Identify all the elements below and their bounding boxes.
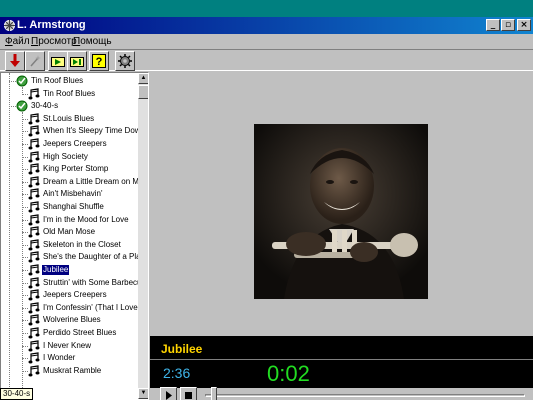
wand-icon <box>30 55 41 67</box>
now-playing-panel: Jubilee 2:36 0:02 <box>150 336 533 388</box>
tree-item-label: When It's Sleepy Time Down S <box>43 126 149 136</box>
music-note-icon <box>28 365 40 377</box>
music-note-icon <box>28 87 40 100</box>
music-note-icon <box>28 226 40 238</box>
tree-item-label: I'm Confessin' (That I Love Yo <box>43 302 149 312</box>
music-note-icon <box>28 150 40 163</box>
playlist-tree[interactable]: Tin Roof Blues Tin Roof Blues 30-40-s St.Lo… <box>0 72 149 400</box>
stop-icon <box>185 392 192 399</box>
music-note-icon <box>28 264 40 276</box>
tree-connector <box>22 112 23 399</box>
toolbar: ? <box>0 49 533 71</box>
play-folder-icon <box>51 57 65 67</box>
maximize-button[interactable]: ▫ <box>501 19 515 31</box>
app-icon <box>4 20 15 31</box>
tree-connector <box>9 106 16 108</box>
gear-icon <box>118 54 132 68</box>
tree-item-label: Jeepers Creepers <box>43 290 107 300</box>
minimize-button[interactable]: _ <box>486 19 500 31</box>
album-icon <box>16 75 28 87</box>
close-button[interactable]: × <box>517 19 531 31</box>
menu-view[interactable]: Просмотр <box>31 36 77 47</box>
seek-track[interactable] <box>205 394 525 397</box>
music-note-icon <box>28 188 40 200</box>
tree-connector <box>22 87 23 94</box>
record-button[interactable] <box>5 51 25 71</box>
music-note-icon <box>28 239 40 251</box>
scroll-down-button[interactable]: ▼ <box>138 388 148 399</box>
player-pane: Jubilee 2:36 0:02 <box>150 72 533 400</box>
music-note-icon <box>28 138 40 150</box>
music-note-icon <box>28 302 40 314</box>
music-note-icon <box>28 125 40 137</box>
play-folder-button[interactable] <box>48 51 68 71</box>
tree-item-label: St.Louis Blues <box>43 113 95 123</box>
wand-button[interactable] <box>25 51 45 71</box>
seek-thumb[interactable] <box>211 387 218 400</box>
tree-item-label: Muskrat Ramble <box>43 365 102 375</box>
window-title: L. Armstrong <box>17 19 86 31</box>
menu-help[interactable]: Помощь <box>73 36 112 47</box>
tree-item-label: Jubilee <box>40 264 71 276</box>
artist-photo <box>254 124 428 299</box>
tree-item-label: I'm in the Mood for Love <box>43 214 129 224</box>
tree-item-label: Ain't Misbehavin' <box>43 189 103 199</box>
current-time: 0:02 <box>267 361 310 386</box>
album-icon <box>16 100 28 112</box>
record-icon <box>10 54 20 67</box>
tree-item-label: Wolverine Blues <box>43 315 101 325</box>
scroll-thumb[interactable] <box>138 85 148 99</box>
tree-item-label: I Never Knew <box>43 340 92 350</box>
music-note-icon <box>28 251 40 263</box>
music-note-icon <box>28 289 40 301</box>
tree-item-label: Skeleton in the Closet <box>43 239 121 249</box>
tree-item-label: Dream a Little Dream on Me <box>43 176 144 186</box>
stop-button[interactable] <box>180 387 197 400</box>
help-icon: ? <box>92 54 106 68</box>
play-icon <box>165 391 172 400</box>
tree-connector <box>9 81 16 82</box>
playback-controls <box>150 387 533 400</box>
tree-connector <box>9 73 10 399</box>
tree-item-label: Tin Roof Blues <box>31 76 84 85</box>
menu-bar: Файл Просмотр Помощь <box>0 35 533 49</box>
desktop-background <box>0 0 533 17</box>
tree-item-label: Struttin' with Some Barbecue <box>43 277 146 287</box>
tree-item-label: Tin Roof Blues <box>43 88 96 98</box>
skip-folder-icon <box>70 57 84 67</box>
total-time: 2:36 <box>163 365 191 381</box>
now-playing-title: Jubilee <box>161 342 203 356</box>
svg-text:?: ? <box>96 56 103 68</box>
tree-item-label: 30-40-s <box>31 101 59 111</box>
music-note-icon <box>28 213 40 226</box>
tree-item-label: High Society <box>43 151 88 161</box>
tree-item-label: Perdido Street Blues <box>43 328 117 337</box>
music-note-icon <box>28 113 40 125</box>
tree-item-label: Jeepers Creepers <box>43 139 107 148</box>
info-divider <box>150 359 533 360</box>
tooltip: 30-40-s <box>0 388 34 400</box>
tree-item-label: She's the Daughter of a Plante <box>43 252 149 262</box>
tree-item-label: Old Man Mose <box>43 227 96 237</box>
menu-file[interactable]: Файл <box>5 36 30 47</box>
help-button[interactable]: ? <box>89 51 109 71</box>
play-button[interactable] <box>160 387 177 400</box>
tree-scrollbar[interactable]: ▲ ▼ <box>138 73 148 399</box>
music-note-icon <box>28 314 40 326</box>
app-window: L. Armstrong _ ▫ × Файл Просмотр Помощь <box>0 17 533 400</box>
music-note-icon <box>28 339 40 352</box>
tree-item-label: Shanghai Shuffle <box>43 202 104 211</box>
music-note-icon <box>28 163 40 175</box>
title-bar: L. Armstrong _ ▫ × <box>0 17 533 34</box>
skip-folder-button[interactable] <box>67 51 87 71</box>
music-note-icon <box>28 327 40 339</box>
tree-item-label: I Wonder <box>43 353 76 363</box>
music-note-icon <box>28 276 40 289</box>
music-note-icon <box>28 201 40 213</box>
music-note-icon <box>28 176 40 188</box>
tree-item-label: King Porter Stomp <box>43 164 109 174</box>
settings-button[interactable] <box>115 51 135 71</box>
scroll-up-button[interactable]: ▲ <box>138 73 148 84</box>
music-note-icon <box>28 352 40 364</box>
